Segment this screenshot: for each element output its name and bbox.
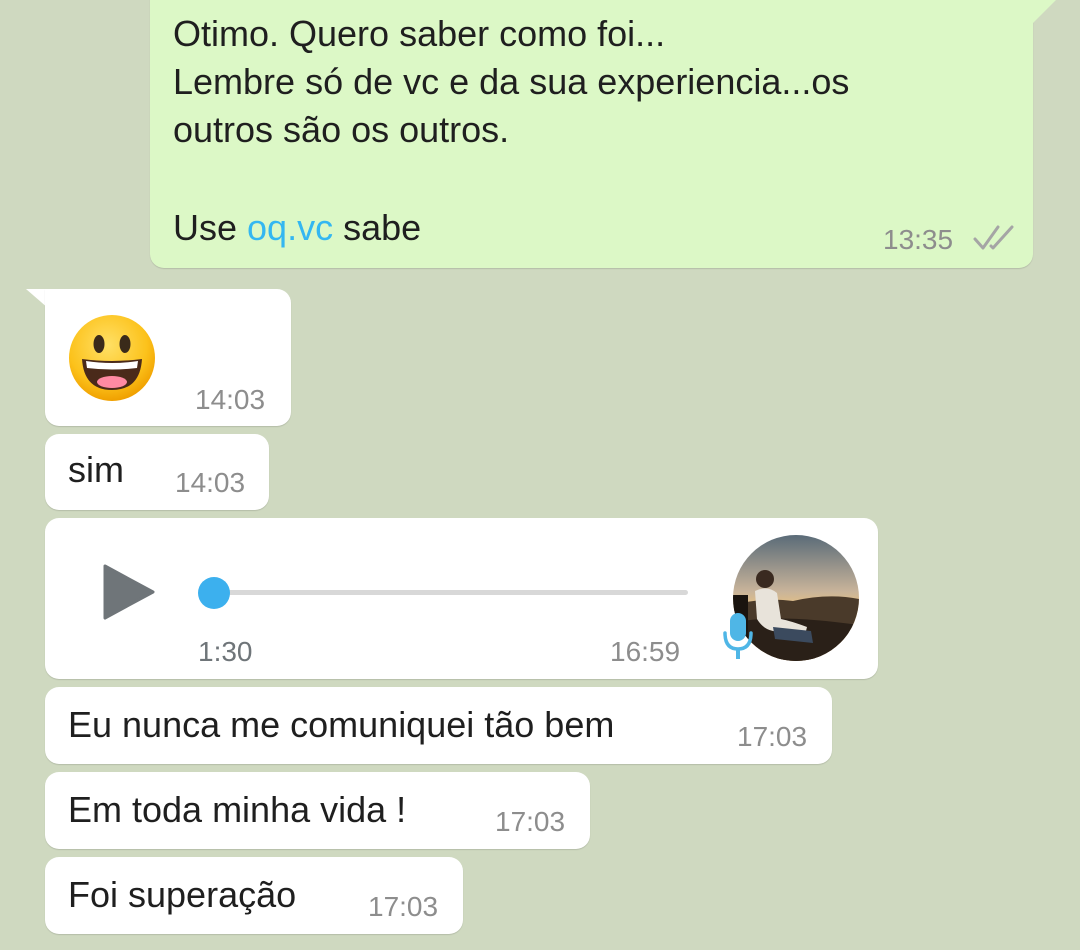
message-timestamp: 17:03 — [368, 891, 439, 922]
microphone-icon — [723, 613, 753, 659]
incoming-message-bubble[interactable]: Em toda minha vida ! 17:03 — [45, 772, 590, 849]
message-text: sim — [68, 449, 124, 490]
message-timestamp: 17:03 — [737, 721, 808, 752]
double-check-icon — [973, 225, 1014, 250]
message-text: sabe — [333, 207, 422, 248]
message-timestamp: 16:59 — [610, 636, 681, 667]
voice-progress-handle[interactable] — [198, 577, 230, 609]
message-text: Foi superação — [68, 874, 297, 915]
message-timestamp: 14:03 — [175, 467, 246, 498]
grinning-face-emoji — [69, 315, 155, 401]
incoming-message-bubble[interactable]: Foi superação 17:03 — [45, 857, 463, 934]
voice-duration: 1:30 — [198, 636, 253, 667]
message-text: Eu nunca me comuniquei tão bem — [68, 704, 615, 745]
message-timestamp: 13:35 — [883, 224, 954, 255]
message-text-line: Lembre só de vc e da sua experiencia...o… — [173, 61, 850, 102]
message-link[interactable]: oq.vc — [247, 207, 333, 248]
message-text: Em toda minha vida ! — [68, 789, 407, 830]
message-timestamp: 17:03 — [495, 806, 566, 837]
outgoing-bubble-tail — [1028, 0, 1056, 24]
message-text-line: Otimo. Quero saber como foi... — [173, 13, 666, 54]
message-text: Use — [173, 207, 248, 248]
incoming-message-bubble[interactable]: 14:03 — [45, 289, 291, 426]
incoming-message-bubble[interactable]: sim 14:03 — [45, 434, 269, 510]
incoming-message-bubble[interactable]: Eu nunca me comuniquei tão bem 17:03 — [45, 687, 832, 764]
message-timestamp: 14:03 — [195, 384, 266, 415]
voice-progress-track[interactable] — [215, 590, 688, 595]
outgoing-message-bubble[interactable]: Otimo. Quero saber como foi... Lembre só… — [150, 0, 1033, 268]
play-icon[interactable] — [103, 564, 155, 620]
voice-message-bubble[interactable]: 1:30 16:59 — [45, 518, 878, 679]
message-text-line: Use oq.vc sabe — [173, 204, 421, 252]
message-text-line: outros são os outros. — [173, 109, 510, 150]
